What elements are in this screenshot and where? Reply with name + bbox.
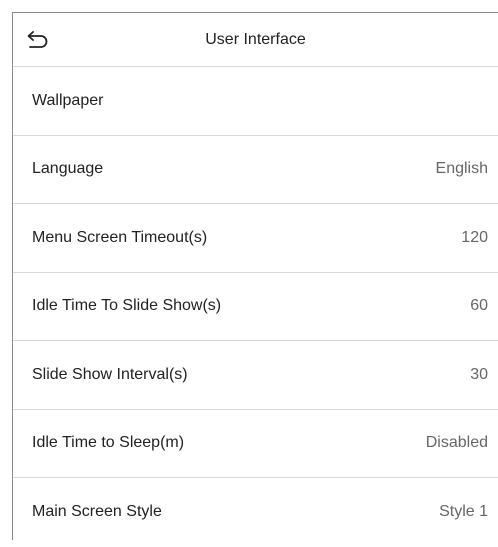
settings-screen: User Interface Wallpaper Language Englis…: [12, 12, 498, 540]
menu-item-language[interactable]: Language English: [13, 136, 498, 204]
header-bar: User Interface: [13, 13, 498, 67]
item-value: 120: [461, 228, 488, 246]
item-value: 30: [470, 365, 488, 383]
menu-item-idle-time-to-sleep[interactable]: Idle Time to Sleep(m) Disabled: [13, 410, 498, 478]
menu-item-menu-screen-timeout[interactable]: Menu Screen Timeout(s) 120: [13, 204, 498, 273]
menu-item-wallpaper[interactable]: Wallpaper: [13, 67, 498, 136]
item-label: Idle Time to Sleep(m): [32, 434, 185, 452]
item-label: Wallpaper: [32, 91, 104, 109]
item-value: Style 1: [439, 503, 488, 521]
item-label: Slide Show Interval(s): [32, 365, 188, 383]
item-label: Idle Time To Slide Show(s): [32, 297, 222, 315]
menu-item-main-screen-style[interactable]: Main Screen Style Style 1: [13, 478, 498, 547]
item-value: Disabled: [425, 434, 488, 452]
menu-item-idle-time-to-slide-show[interactable]: Idle Time To Slide Show(s) 60: [13, 273, 498, 341]
item-value: 60: [470, 297, 488, 315]
page-title: User Interface: [205, 31, 306, 48]
item-label: Main Screen Style: [32, 503, 162, 521]
item-label: Menu Screen Timeout(s): [32, 228, 208, 246]
item-label: Language: [32, 160, 104, 178]
item-value: English: [435, 160, 488, 178]
menu-item-slide-show-interval[interactable]: Slide Show Interval(s) 30: [13, 341, 498, 410]
